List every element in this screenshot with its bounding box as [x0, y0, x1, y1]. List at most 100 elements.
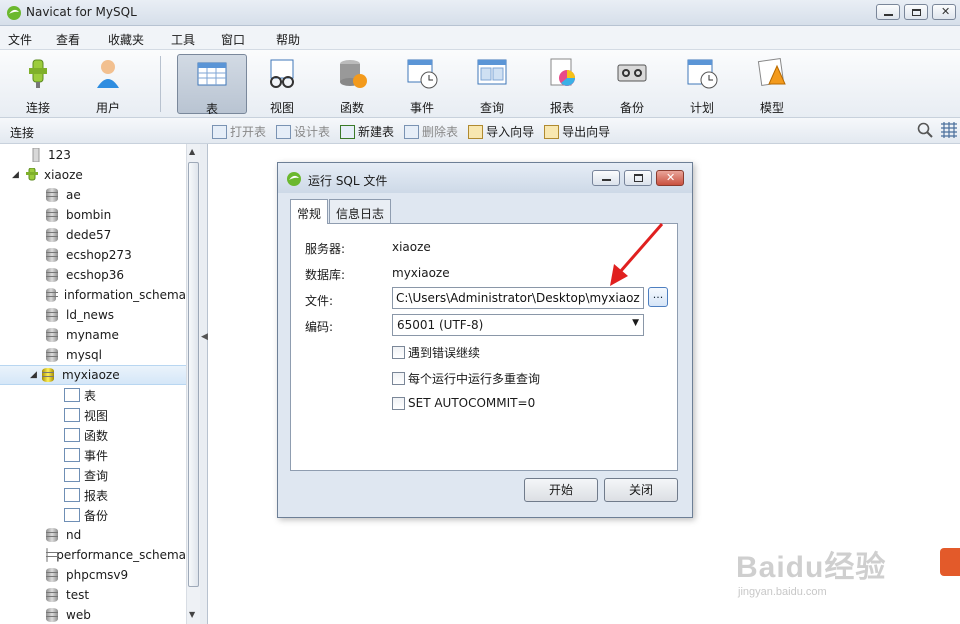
scroll-down-icon[interactable]: ▼	[189, 610, 195, 619]
tree-item-myname[interactable]: myname	[0, 325, 186, 345]
toolbar-report-button[interactable]: 报表	[527, 54, 597, 115]
dialog-minimize-button[interactable]	[592, 170, 620, 186]
toolbar-backup-button[interactable]: 备份	[597, 54, 667, 115]
database-icon	[46, 568, 58, 582]
minimize-button[interactable]	[876, 4, 900, 20]
menu-view[interactable]: 查看	[56, 26, 80, 48]
toolbar-connection-label: 连接	[25, 101, 50, 115]
toolbar-model-button[interactable]: 模型	[737, 54, 807, 115]
continue-on-error-checkbox[interactable]: 遇到错误继续	[392, 344, 480, 361]
view-icon	[270, 59, 294, 88]
toolbar-query-label: 查询	[479, 101, 504, 115]
new-table-button[interactable]: 新建表	[340, 123, 394, 140]
function-icon	[64, 428, 80, 442]
open-table-label: 打开表	[230, 125, 267, 139]
toolbar-event-label: 事件	[409, 101, 434, 115]
tree-expander-icon[interactable]: ◢	[30, 370, 40, 380]
design-table-button[interactable]: 设计表	[276, 123, 330, 140]
tree-expander-icon[interactable]: ◢	[12, 170, 22, 180]
tree-item-label: ld_news	[66, 308, 115, 322]
toolbar-schedule-button[interactable]: 计划	[667, 54, 737, 115]
design-table-icon	[276, 124, 292, 139]
database-icon	[46, 588, 58, 602]
open-table-button[interactable]: 打开表	[212, 123, 266, 140]
tab-general[interactable]: 常规	[290, 199, 329, 224]
tree-item-web[interactable]: web	[0, 605, 186, 624]
toolbar-separator	[160, 56, 161, 112]
browse-file-button[interactable]: ...	[648, 287, 668, 307]
database-icon	[46, 188, 58, 202]
encoding-select[interactable]: 65001 (UTF-8) ▼	[392, 314, 644, 336]
tree-item-category-14[interactable]: 函数	[0, 425, 186, 445]
toolbar-event-button[interactable]: 事件	[387, 54, 457, 115]
menu-file[interactable]: 文件	[8, 26, 32, 48]
toolbar-view-button[interactable]: 视图	[247, 54, 317, 115]
tree-item-category-15[interactable]: 事件	[0, 445, 186, 465]
autocommit-checkbox[interactable]: SET AUTOCOMMIT=0	[392, 396, 535, 410]
tree-item-bombin[interactable]: bombin	[0, 205, 186, 225]
delete-table-button[interactable]: 删除表	[404, 123, 458, 140]
toolbar-user-button[interactable]: 用户	[73, 54, 143, 115]
tree-item-category-18[interactable]: 备份	[0, 505, 186, 525]
menu-favorites[interactable]: 收藏夹	[108, 26, 144, 48]
toolbar-connection-button[interactable]: 连接	[3, 54, 73, 115]
tree-item-category-12[interactable]: 表	[0, 385, 186, 405]
toolbar-function-button[interactable]: 函数	[317, 54, 387, 115]
checkbox-box[interactable]	[392, 346, 405, 359]
tree-item-123[interactable]: 123	[0, 145, 186, 165]
tree-item-ecshop273[interactable]: ecshop273	[0, 245, 186, 265]
toolbar-query-button[interactable]: 查询	[457, 54, 527, 115]
tree-item-mysql[interactable]: mysql	[0, 345, 186, 365]
corner-badge-icon	[940, 548, 960, 576]
grid-view-icon[interactable]	[940, 122, 958, 138]
tree-item-ecshop36[interactable]: ecshop36	[0, 265, 186, 285]
tree-item-label: information_schema	[63, 288, 186, 302]
tree-item-phpcmsv9[interactable]: phpcmsv9	[0, 565, 186, 585]
close-button[interactable]: ✕	[932, 4, 956, 20]
tree-item-myxiaoze[interactable]: ◢ myxiaoze	[0, 365, 186, 385]
scroll-up-icon[interactable]: ▲	[189, 147, 195, 156]
tree-item-performance_schema[interactable]: performance_schema	[0, 545, 186, 565]
export-wizard-label: 导出向导	[562, 125, 611, 139]
tree-item-category-16[interactable]: 查询	[0, 465, 186, 485]
database-icon	[46, 248, 58, 262]
scrollbar-thumb[interactable]	[188, 162, 199, 587]
database-value: myxiaoze	[392, 266, 450, 280]
tree-item-category-13[interactable]: 视图	[0, 405, 186, 425]
tree-item-nd[interactable]: nd	[0, 525, 186, 545]
toolbar-report-label: 报表	[549, 101, 574, 115]
checkbox-box[interactable]	[392, 396, 405, 410]
toolbar-table-button[interactable]: 表	[177, 54, 247, 116]
tree-item-ae[interactable]: ae	[0, 185, 186, 205]
tree-item-ld_news[interactable]: ld_news	[0, 305, 186, 325]
tree-item-dede57[interactable]: dede57	[0, 225, 186, 245]
collapse-arrow-icon[interactable]: ◀	[201, 332, 208, 342]
menu-help[interactable]: 帮助	[276, 26, 300, 48]
tree-item-test[interactable]: test	[0, 585, 186, 605]
close-dialog-button[interactable]: 关闭	[604, 478, 678, 502]
dialog-maximize-button[interactable]	[624, 170, 652, 186]
menu-tools[interactable]: 工具	[171, 26, 195, 48]
maximize-button[interactable]	[904, 4, 928, 20]
start-button[interactable]: 开始	[524, 478, 598, 502]
search-icon[interactable]	[917, 122, 933, 138]
file-label: 文件:	[305, 294, 334, 308]
toolbar-view-label: 视图	[269, 101, 294, 115]
import-wizard-button[interactable]: 导入向导	[468, 123, 534, 140]
tree-scrollbar[interactable]: ▲ ▼	[186, 144, 200, 624]
export-wizard-button[interactable]: 导出向导	[544, 123, 610, 140]
tree-item-category-17[interactable]: 报表	[0, 485, 186, 505]
connection-icon	[28, 147, 44, 163]
view-icon	[64, 408, 80, 422]
tree-item-label: test	[66, 588, 90, 602]
connection-tree-panel: 123 ◢ xiaoze ae bombin dede57 ecshop273 ecshop3…	[0, 144, 200, 624]
multi-query-checkbox[interactable]: 每个运行中运行多重查询	[392, 370, 540, 387]
tree-item-information_schema[interactable]: information_schema	[0, 285, 186, 305]
file-path-input[interactable]	[392, 287, 644, 309]
tab-message-log[interactable]: 信息日志	[329, 199, 392, 223]
panel-splitter[interactable]: ◀	[200, 144, 208, 624]
dialog-close-button[interactable]: ✕	[656, 170, 684, 186]
menu-window[interactable]: 窗口	[221, 26, 245, 48]
checkbox-box[interactable]	[392, 372, 405, 385]
tree-item-xiaoze[interactable]: ◢ xiaoze	[0, 165, 186, 185]
